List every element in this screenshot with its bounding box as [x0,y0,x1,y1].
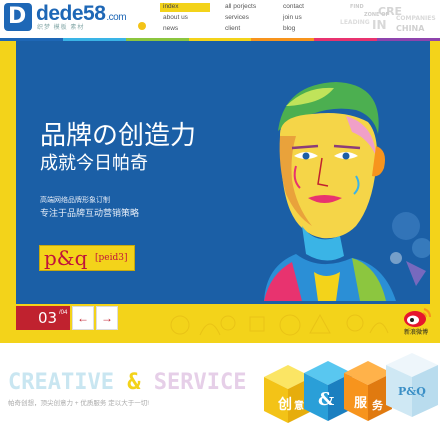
services-strip: CREATIVE & SERVICE 帕奇创想，顶尖创意力 + 优质服务 定以大… [0,343,440,426]
deco-word: LEADING [340,19,370,26]
pq-brand-tag: p&q [peid3] [39,245,135,271]
cube-char: 务 [372,398,384,412]
services-tagline: 帕奇创想，顶尖创意力 + 优质服务 定以大于一切! [8,400,150,407]
pq-mark: p&q [44,246,88,270]
weibo-label: 新浪微博 [403,330,428,336]
cube-pq-mark: P&Q [398,385,426,398]
next-slide-button[interactable]: → [96,306,118,330]
site-header: D dede58.com 织梦 模板 素材 index all porjects… [0,0,440,38]
deco-word: IN [372,18,387,32]
pq-sub: [peid3] [95,253,128,263]
site-logo[interactable]: D dede58.com 织梦 模板 素材 [4,2,154,33]
main-nav: index all porjects contact about us serv… [160,3,340,35]
heading-amp: & [113,370,154,395]
arrow-right-icon: → [101,311,113,325]
deco-word: CHINA [396,24,425,33]
slide-current: 03 [38,309,58,327]
cube-char: 服 [354,396,368,411]
nav-item-client[interactable]: client [222,25,240,34]
doodle-decoration [170,313,389,336]
nav-item-contact[interactable]: contact [280,3,304,12]
cube-char: & [318,389,334,410]
nav-item-services[interactable]: services [222,14,249,23]
nav-item-all-projects[interactable]: all porjects [222,3,256,12]
hero-headline: 品牌の创造力 [40,121,197,151]
prev-slide-button[interactable]: ← [72,306,94,330]
nav-item-blog[interactable]: blog [280,25,295,34]
logo-mark-icon: D [4,3,32,31]
deco-word: COMPANIES [396,15,436,22]
cube-char: 创 [277,396,292,413]
hero-slide: 品牌の创造力 成就今日帕奇 高端网络品牌形象订制 专注于品牌互动营销策略 p&q… [16,41,430,304]
creative-service-cubes: 创 意 & 服 务 P&Q [264,353,438,423]
weibo-icon [404,308,431,327]
pop-art-portrait [264,82,430,301]
nav-item-index[interactable]: index [160,3,210,12]
hero-banner: 品牌の创造力 成就今日帕奇 高端网络品牌形象订制 专注于品牌互动营销策略 p&q… [0,41,440,343]
cube-char: 意 [294,399,304,412]
nav-item-news[interactable]: news [160,25,178,34]
creative-service-heading: CREATIVE & SERVICE [8,371,246,395]
header-deco-words: FIND CRE ZONE OF COMPANIES LEADING IN CH… [340,3,440,35]
arrow-left-icon: ← [77,311,89,325]
logo-badge-icon [138,22,146,30]
heading-service: SERVICE [153,370,247,395]
hero-subheadline: 成就今日帕奇 [40,153,148,174]
nav-item-about-us[interactable]: about us [160,14,188,23]
weibo-link[interactable]: 新浪微博 [398,305,434,341]
nav-item-join-us[interactable]: join us [280,14,302,23]
logo-tagline: 织梦 模板 素材 [37,25,85,31]
heading-creative: CREATIVE [8,370,114,395]
slide-counter: 03 /04 [16,306,70,330]
hero-line-1: 高端网络品牌形象订制 [40,197,110,204]
deco-word: FIND [350,4,364,10]
slide-total: /04 [59,310,68,316]
hero-line-2: 专注于品牌互动营销策略 [40,208,140,218]
